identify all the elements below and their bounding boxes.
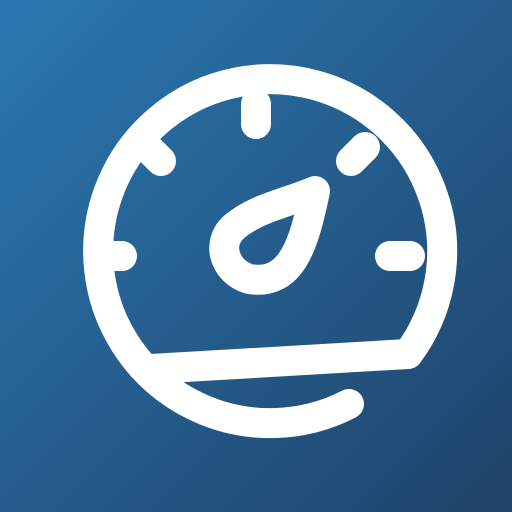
app-icon[interactable] [0,0,512,512]
gauge-tick-upper-left [132,132,176,176]
gauge-baseline [136,339,423,384]
speedometer-icon [0,0,512,512]
gauge-tick-upper-right [336,132,380,176]
